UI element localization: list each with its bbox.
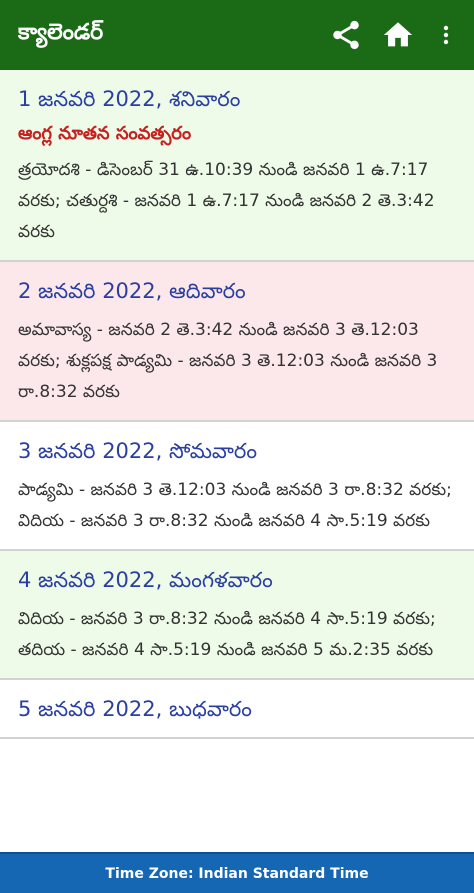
tithi-detail: అమావాస్య - జనవరి 2 తె.3:42 నుండి జనవరి 3…	[18, 320, 438, 402]
festival-label: ఆంగ్ల నూతన సంవత్సరం	[18, 123, 192, 144]
day-date: 1 జనవరి 2022, శనివారం	[18, 87, 241, 111]
day-item-1[interactable]: 1 జనవరి 2022, శనివారం ఆంగ్ల నూతన సంవత్సర…	[0, 70, 474, 262]
app-bar-actions	[320, 0, 474, 70]
calendar-app: క్యాలెండర్ 1 జనవరి 2022, శనివారం ఆంగ్ల న…	[0, 0, 474, 893]
app-title: క్యాలెండర్	[18, 20, 104, 45]
home-icon	[383, 22, 413, 47]
more-options-button[interactable]	[424, 0, 468, 70]
day-date: 5 జనవరి 2022, బుధవారం	[18, 697, 252, 721]
home-button[interactable]	[372, 0, 424, 70]
day-item-3[interactable]: 3 జనవరి 2022, సోమవారం పాడ్యమి - జనవరి 3 …	[0, 422, 474, 551]
day-item-4[interactable]: 4 జనవరి 2022, మంగళవారం విదియ - జనవరి 3 ర…	[0, 551, 474, 680]
day-item-2[interactable]: 2 జనవరి 2022, ఆదివారం అమావాస్య - జనవరి 2…	[0, 262, 474, 422]
tithi-detail: త్రయోదశి - డిసెంబర్ 31 ఉ.10:39 నుండి జనవ…	[18, 160, 435, 242]
tithi-detail: పాడ్యమి - జనవరి 3 తె.12:03 నుండి జనవరి 3…	[18, 480, 452, 531]
day-list[interactable]: 1 జనవరి 2022, శనివారం ఆంగ్ల నూతన సంవత్సర…	[0, 70, 474, 852]
timezone-label: Time Zone: Indian Standard Time	[105, 865, 369, 882]
app-bar: క్యాలెండర్	[0, 0, 474, 70]
day-item-5[interactable]: 5 జనవరి 2022, బుధవారం	[0, 680, 474, 739]
tithi-detail: విదియ - జనవరి 3 రా.8:32 నుండి జనవరి 4 సా…	[18, 609, 436, 660]
share-icon	[333, 20, 359, 50]
share-button[interactable]	[320, 0, 372, 70]
more-vert-icon	[443, 25, 449, 45]
day-date: 3 జనవరి 2022, సోమవారం	[18, 439, 258, 463]
day-date: 2 జనవరి 2022, ఆదివారం	[18, 279, 246, 303]
day-date: 4 జనవరి 2022, మంగళవారం	[18, 568, 273, 592]
timezone-footer: Time Zone: Indian Standard Time	[0, 852, 474, 893]
